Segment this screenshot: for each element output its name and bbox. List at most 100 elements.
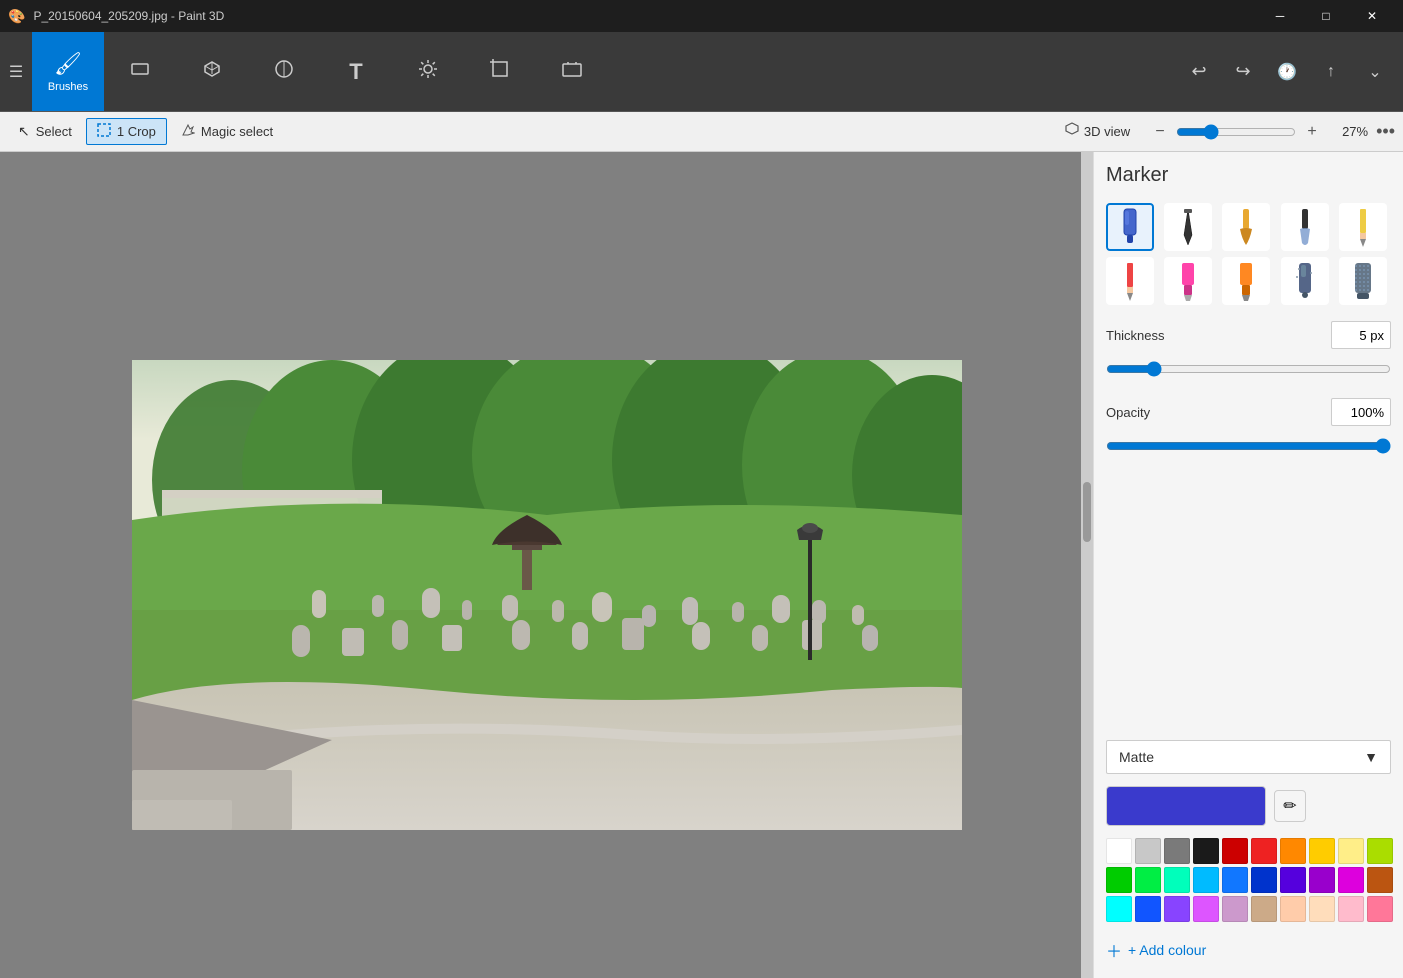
color-aqua[interactable] <box>1106 896 1132 922</box>
color-red[interactable] <box>1251 838 1277 864</box>
close-button[interactable]: ✕ <box>1349 0 1395 32</box>
overflow-button[interactable]: ⌄ <box>1355 54 1395 90</box>
scrollbar-thumb[interactable] <box>1083 482 1091 542</box>
brushes-tool-button[interactable]: 🖌 Brushes <box>32 32 104 111</box>
crop-select-button[interactable]: 1 Crop <box>86 118 167 145</box>
add-color-button[interactable]: ＋ + Add colour <box>1106 934 1391 966</box>
color-purple[interactable] <box>1309 867 1335 893</box>
brush-pencil[interactable] <box>1339 203 1387 251</box>
brushes-icon: 🖌 <box>54 51 82 77</box>
color-peach[interactable] <box>1280 896 1306 922</box>
color-brown[interactable] <box>1367 867 1393 893</box>
color-yellow[interactable] <box>1309 838 1335 864</box>
color-skin[interactable] <box>1309 896 1335 922</box>
redo-icon: ↪ <box>1235 61 1250 82</box>
redo-button[interactable]: ↪ <box>1223 53 1263 90</box>
scene-svg <box>132 360 962 830</box>
toolbar-tools: 🖌 Brushes T <box>32 32 1171 111</box>
brush-marker[interactable] <box>1106 203 1154 251</box>
brush-spray[interactable] <box>1281 257 1329 305</box>
brush-marker2[interactable] <box>1222 257 1270 305</box>
canvas-area[interactable] <box>0 152 1093 978</box>
color-yellowgreen[interactable] <box>1367 838 1393 864</box>
text-tool-button[interactable]: T <box>320 32 392 111</box>
selected-color-swatch[interactable] <box>1106 786 1266 826</box>
eyedropper-button[interactable]: ✏ <box>1274 790 1306 822</box>
brush-texture[interactable] <box>1339 257 1387 305</box>
zoom-out-icon: − <box>1155 123 1164 141</box>
2d-shapes-icon <box>129 58 151 86</box>
3d-library-button[interactable] <box>536 32 608 111</box>
share-button[interactable]: ↑ <box>1311 55 1351 89</box>
color-darkblue[interactable] <box>1251 867 1277 893</box>
color-lightblue[interactable] <box>1193 867 1219 893</box>
3d-view-button[interactable]: 3D view <box>1054 118 1140 145</box>
opacity-input[interactable] <box>1331 398 1391 426</box>
color-lightgreen[interactable] <box>1135 867 1161 893</box>
magic-select-button[interactable]: Magic select <box>171 119 283 144</box>
vertical-scrollbar[interactable] <box>1081 152 1093 978</box>
brush-highlighter[interactable] <box>1164 257 1212 305</box>
color-darkred[interactable] <box>1222 838 1248 864</box>
maximize-button[interactable]: □ <box>1303 0 1349 32</box>
effects-tool-button[interactable] <box>392 32 464 111</box>
color-indigo[interactable] <box>1280 867 1306 893</box>
zoom-in-button[interactable]: + <box>1300 120 1324 144</box>
color-blue[interactable] <box>1222 867 1248 893</box>
matte-label: Matte <box>1119 749 1154 765</box>
stickers-tool-button[interactable] <box>248 32 320 111</box>
color-orchid[interactable] <box>1193 896 1219 922</box>
history-icon: 🕐 <box>1277 62 1297 82</box>
color-gray[interactable] <box>1164 838 1190 864</box>
3d-shapes-tool-button[interactable] <box>176 32 248 111</box>
open-file-button[interactable]: ☰ <box>0 32 32 111</box>
text-icon: T <box>349 59 362 85</box>
brush-colored-pencil[interactable] <box>1106 257 1154 305</box>
zoom-out-button[interactable]: − <box>1148 120 1172 144</box>
title-bar: 🎨 P_20150604_205209.jpg - Paint 3D ─ □ ✕ <box>0 0 1403 32</box>
color-black[interactable] <box>1193 838 1219 864</box>
effects-icon <box>417 58 439 86</box>
crop-icon <box>489 58 511 86</box>
thickness-slider-row <box>1106 357 1391 382</box>
select-button[interactable]: ↖ Select <box>8 119 82 144</box>
color-violet[interactable] <box>1164 896 1190 922</box>
matte-dropdown[interactable]: Matte ▼ <box>1106 740 1391 774</box>
brush-calligraphy[interactable] <box>1164 203 1212 251</box>
thickness-row: Thickness <box>1106 321 1391 349</box>
color-lightgray[interactable] <box>1135 838 1161 864</box>
brush-oil[interactable] <box>1222 203 1270 251</box>
opacity-slider[interactable] <box>1106 438 1391 454</box>
eyedropper-icon: ✏ <box>1283 796 1296 816</box>
color-cornblue[interactable] <box>1135 896 1161 922</box>
color-lightyellow[interactable] <box>1338 838 1364 864</box>
zoom-slider[interactable] <box>1176 124 1296 140</box>
color-white[interactable] <box>1106 838 1132 864</box>
color-pink[interactable] <box>1338 896 1364 922</box>
color-magenta[interactable] <box>1338 867 1364 893</box>
crop-label: 1 Crop <box>117 124 156 139</box>
zoom-in-icon: + <box>1307 123 1316 141</box>
color-cyan[interactable] <box>1164 867 1190 893</box>
3d-shapes-icon <box>201 58 223 86</box>
color-orange[interactable] <box>1280 838 1306 864</box>
color-tan[interactable] <box>1251 896 1277 922</box>
thickness-input[interactable] <box>1331 321 1391 349</box>
more-options-button[interactable]: ••• <box>1376 121 1395 142</box>
color-plum[interactable] <box>1222 896 1248 922</box>
add-color-label: + Add colour <box>1128 942 1206 958</box>
3d-library-icon <box>561 58 583 86</box>
undo-button[interactable]: ↩ <box>1179 53 1219 90</box>
thickness-slider[interactable] <box>1106 361 1391 377</box>
main-area: Marker <box>0 152 1403 978</box>
stickers-icon <box>273 58 295 86</box>
2d-shapes-tool-button[interactable] <box>104 32 176 111</box>
color-green[interactable] <box>1106 867 1132 893</box>
brush-watercolor[interactable] <box>1281 203 1329 251</box>
crop-tool-button[interactable] <box>464 32 536 111</box>
zoom-percentage: 27% <box>1328 124 1368 139</box>
share-icon: ↑ <box>1327 63 1335 81</box>
color-rose[interactable] <box>1367 896 1393 922</box>
minimize-button[interactable]: ─ <box>1257 0 1303 32</box>
history-button[interactable]: 🕐 <box>1267 54 1307 90</box>
